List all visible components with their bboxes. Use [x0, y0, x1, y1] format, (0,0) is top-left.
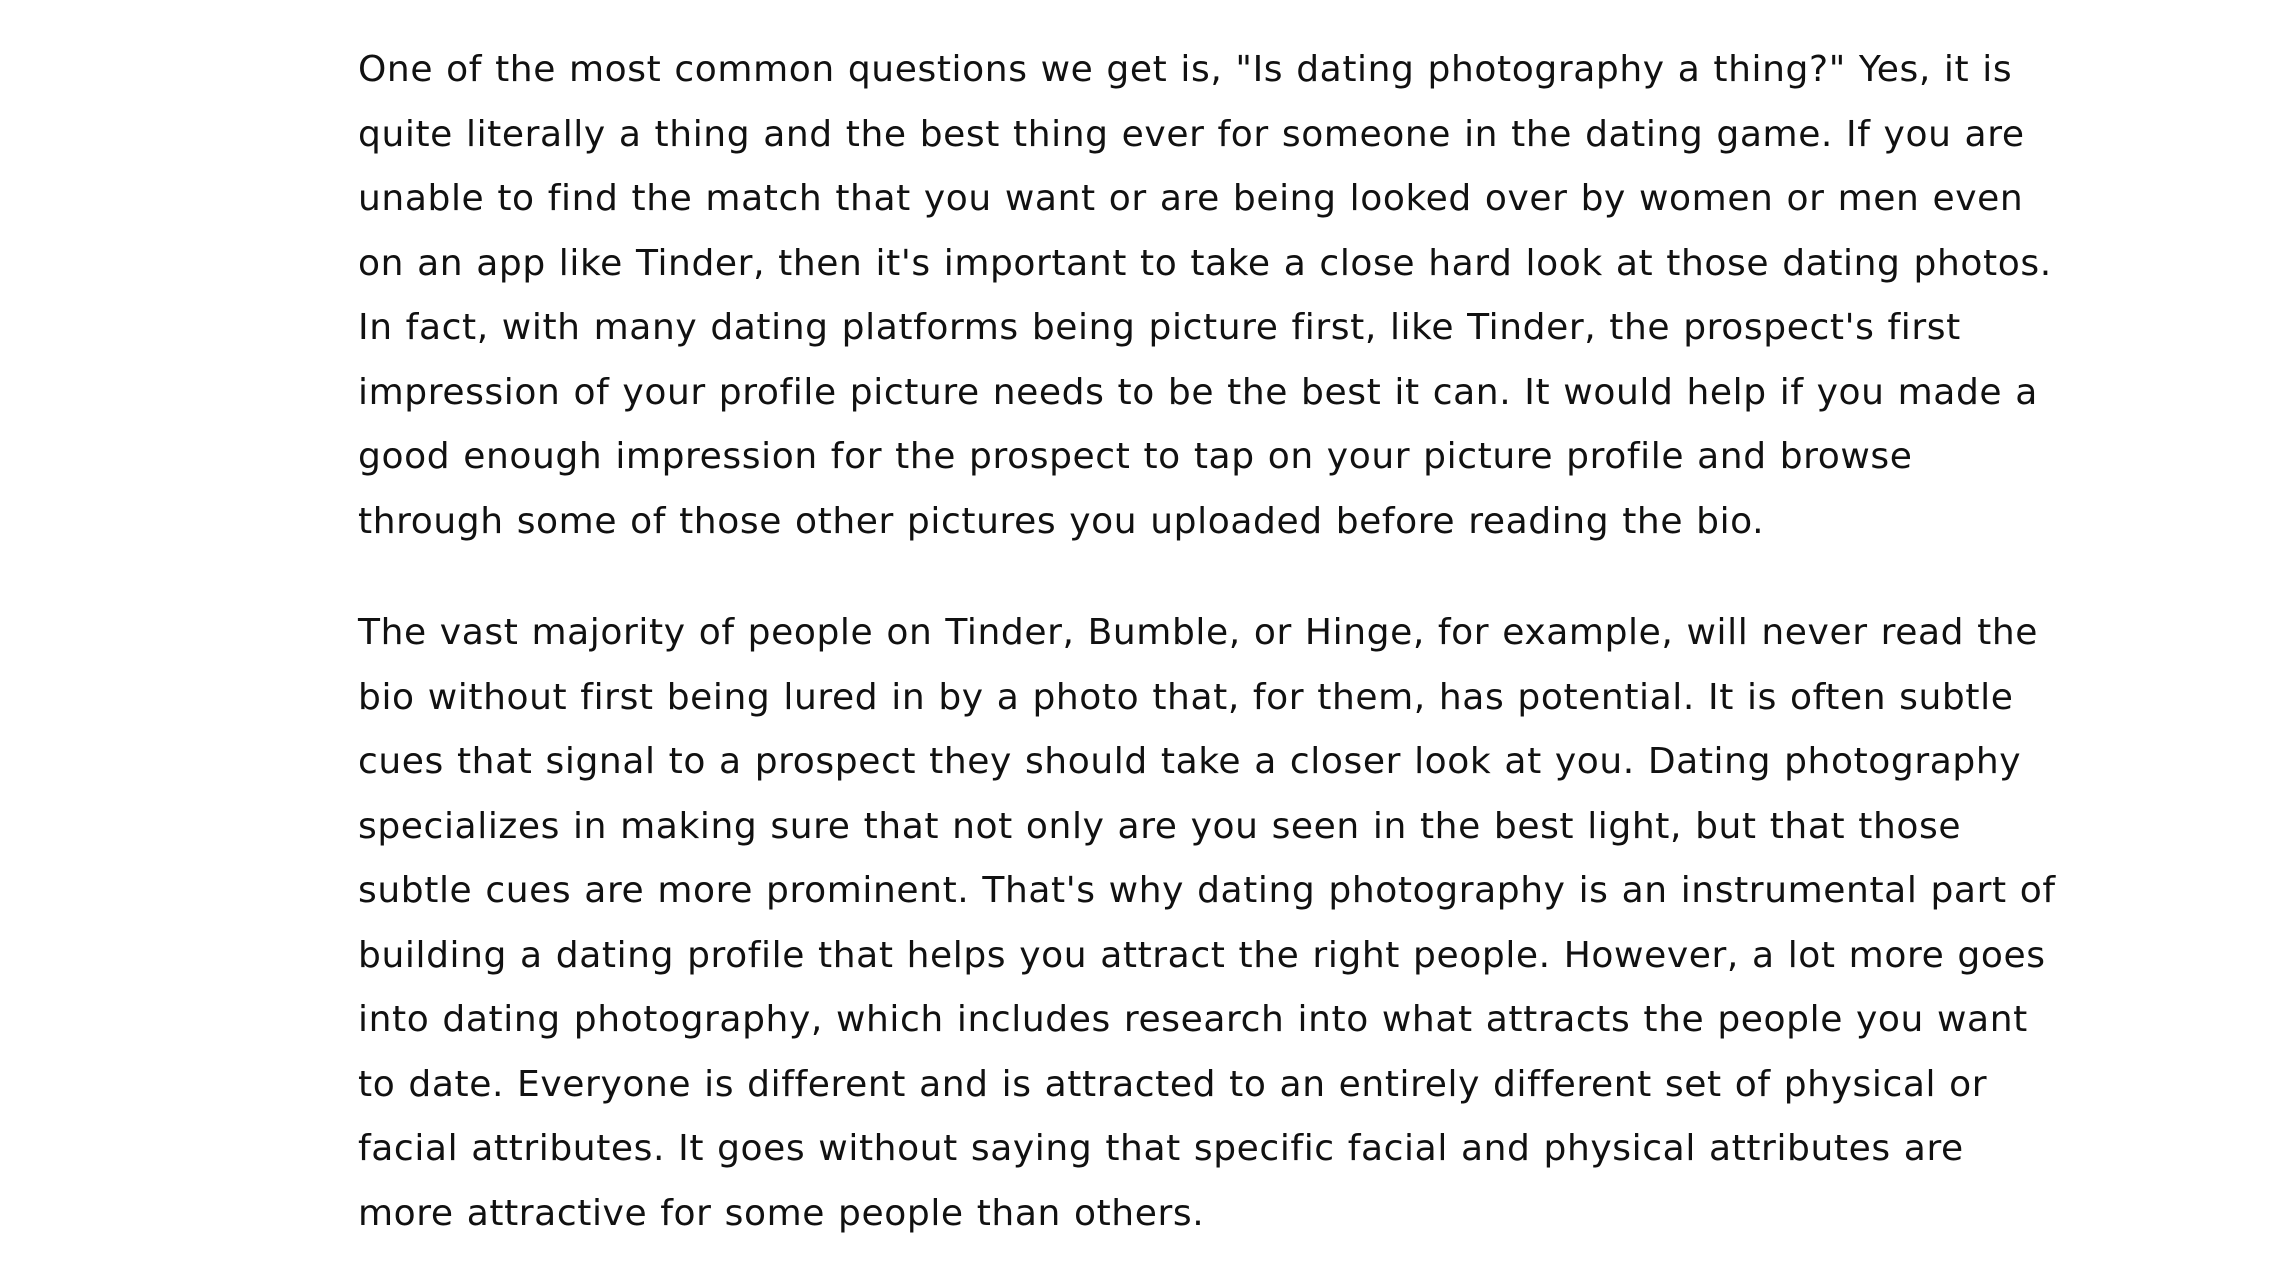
paragraph-line: on an app like Tinder, then it's importa… [358, 242, 2052, 284]
paragraph-line: specializes in making sure that not only… [358, 805, 1962, 847]
paragraph-line: good enough impression for the prospect … [358, 436, 1913, 477]
paragraph-line: into dating photography, which includes … [358, 999, 2028, 1040]
paragraph-line: building a dating profile that helps you… [358, 934, 2046, 976]
paragraph-2: The vast majority of people on Tinder, B… [358, 601, 2056, 1246]
paragraph-line: impression of your profile picture needs… [358, 371, 2038, 413]
article-body: One of the most common questions we get … [358, 38, 2056, 1246]
paragraph-line: more attractive for some people than oth… [358, 1192, 1205, 1234]
paragraph-line: In fact, with many dating platforms bein… [358, 307, 1961, 348]
paragraph-line: quite literally a thing and the best thi… [358, 113, 2025, 155]
paragraph-line: facial attributes. It goes without sayin… [358, 1128, 1964, 1169]
paragraph-line: subtle cues are more prominent. That's w… [358, 870, 2056, 911]
paragraph-1: One of the most common questions we get … [358, 38, 2052, 554]
paragraph-line: The vast majority of people on Tinder, B… [358, 612, 2039, 653]
paragraph-line: unable to find the match that you want o… [358, 178, 2024, 219]
paragraph-line: One of the most common questions we get … [358, 49, 2013, 90]
paragraph-line: to date. Everyone is different and is at… [358, 1063, 1988, 1105]
paragraph-line: bio without first being lured in by a ph… [358, 676, 2014, 718]
paragraph-line: through some of those other pictures you… [358, 500, 1765, 542]
paragraph-line: cues that signal to a prospect they shou… [358, 741, 2022, 782]
